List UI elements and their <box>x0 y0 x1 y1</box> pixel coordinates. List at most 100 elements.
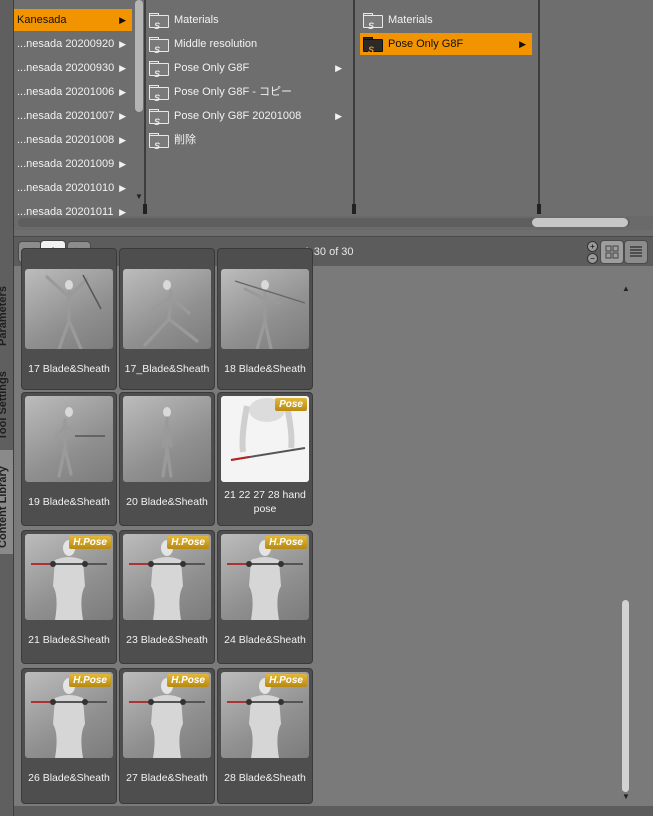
expand-arrow-icon[interactable]: ▶ <box>519 33 526 55</box>
content-tile[interactable]: 18 Blade&Sheath <box>217 248 313 390</box>
pose-thumbnail <box>25 396 113 482</box>
folder-label: Pose Only G8F 20201008 <box>174 110 302 122</box>
folder-label: Pose Only G8F <box>388 38 464 50</box>
folder-label: ...nesada 20200920 <box>17 38 115 50</box>
scrollbar-thumb[interactable] <box>532 218 628 227</box>
scrollbar-thumb[interactable] <box>135 0 143 112</box>
grid-view-icon <box>605 245 619 259</box>
pose-thumbnail: H.Pose <box>123 534 211 620</box>
folder-item[interactable]: ...nesada 20201010 ▶ <box>14 177 132 199</box>
pose-thumbnail <box>25 269 113 349</box>
pose-thumbnail: H.Pose <box>25 672 113 758</box>
tab-label: Tool Settings <box>0 371 9 440</box>
folder-item[interactable]: ...nesada 20201006 ▶ <box>14 81 132 103</box>
tile-label: 27 Blade&Sheath <box>126 772 208 784</box>
content-tile[interactable]: Pose 21 22 27 28 hand pose <box>217 392 313 526</box>
content-tile[interactable]: 17 Blade&Sheath <box>21 248 117 390</box>
folder-item[interactable]: S Middle resolution <box>146 33 348 55</box>
pose-thumbnail: H.Pose <box>123 672 211 758</box>
folder-icon: S <box>148 60 169 79</box>
horizontal-scrollbar[interactable] <box>14 216 653 230</box>
expand-arrow-icon[interactable]: ▶ <box>119 33 126 55</box>
list-view-button[interactable] <box>624 240 648 264</box>
folder-label: Pose Only G8F <box>174 62 250 74</box>
folder-column-3: S Materials S Pose Only G8F ▶ <box>360 0 550 216</box>
scrollbar-thumb[interactable] <box>622 600 629 792</box>
folder-item[interactable]: ...nesada 20201007 ▶ <box>14 105 132 127</box>
folder-label: ...nesada 20201009 <box>17 158 115 170</box>
folder-label: ...nesada 20201006 <box>17 86 115 98</box>
expand-arrow-icon[interactable]: ▶ <box>119 9 126 31</box>
expand-arrow-icon[interactable]: ▶ <box>119 81 126 103</box>
folder-item[interactable]: S Materials <box>146 9 348 31</box>
column-divider[interactable] <box>352 0 356 214</box>
tile-label: 28 Blade&Sheath <box>224 772 306 784</box>
tile-label: 24 Blade&Sheath <box>224 634 306 646</box>
content-tile[interactable]: 17_Blade&Sheath <box>119 248 215 390</box>
expand-arrow-icon[interactable]: ▶ <box>119 153 126 175</box>
pose-badge: H.Pose <box>69 674 111 687</box>
tab-label: Content Library <box>0 466 9 548</box>
content-tile[interactable]: H.Pose 23 Blade&Sheath <box>119 530 215 664</box>
expand-arrow-icon[interactable]: ▶ <box>335 57 342 79</box>
column-divider[interactable] <box>537 0 541 214</box>
folder-item[interactable]: S Pose Only G8F - コピー <box>146 81 348 103</box>
tab-label: Parameters <box>0 286 9 346</box>
content-tile[interactable]: H.Pose 27 Blade&Sheath <box>119 668 215 804</box>
folder-item[interactable]: ...nesada 20200920 ▶ <box>14 33 132 55</box>
scroll-up-icon[interactable]: ▲ <box>622 284 630 293</box>
pose-thumbnail: H.Pose <box>221 534 309 620</box>
folder-label: ...nesada 20200930 <box>17 62 115 74</box>
pose-thumbnail <box>123 396 211 482</box>
content-grid: 17 Blade&Sheath 17_Blade&Sheath 18 Blade&S… <box>14 248 653 806</box>
tile-label: 17 Blade&Sheath <box>28 363 110 375</box>
tile-label: 19 Blade&Sheath <box>28 496 110 508</box>
side-tab-strip: Parameters Tool Settings Content Library <box>0 0 14 816</box>
pose-badge: H.Pose <box>69 536 111 549</box>
zoom-icon[interactable]: + − <box>587 241 598 264</box>
folder-icon: S <box>148 132 169 151</box>
folder-item[interactable]: S 削除 <box>146 129 348 151</box>
tab-parameters[interactable]: Parameters <box>0 270 13 348</box>
expand-arrow-icon[interactable]: ▶ <box>119 177 126 199</box>
tile-label: 26 Blade&Sheath <box>28 772 110 784</box>
pose-badge: H.Pose <box>265 674 307 687</box>
expand-arrow-icon[interactable]: ▶ <box>119 129 126 151</box>
content-scrollbar[interactable]: ▲ ▼ <box>619 270 633 804</box>
pose-thumbnail <box>221 269 309 349</box>
folder-item[interactable]: ...nesada 20200930 ▶ <box>14 57 132 79</box>
folder-icon: S <box>148 12 169 31</box>
folder-label: ...nesada 20201007 <box>17 110 115 122</box>
pose-thumbnail: H.Pose <box>25 534 113 620</box>
content-tile[interactable]: H.Pose 28 Blade&Sheath <box>217 668 313 804</box>
content-tile[interactable]: 19 Blade&Sheath <box>21 392 117 526</box>
folder-label: Middle resolution <box>174 38 258 50</box>
folder-item[interactable]: Kanesada ▶ <box>14 9 132 31</box>
folder-label: ...nesada 20201008 <box>17 134 115 146</box>
folder-item[interactable]: ...nesada 20201009 ▶ <box>14 153 132 175</box>
folder-item[interactable]: S Pose Only G8F ▶ <box>146 57 348 79</box>
bottom-bar <box>14 806 653 816</box>
folder-item[interactable]: S Materials <box>360 9 532 31</box>
column-1-scrollbar[interactable]: ▼ <box>134 0 144 201</box>
content-tile[interactable]: H.Pose 21 Blade&Sheath <box>21 530 117 664</box>
folder-item[interactable]: S Pose Only G8F 20201008 ▶ <box>146 105 348 127</box>
folder-column-1: Kanesada ▶ ...nesada 20200920 ▶ ...nesada 20… <box>14 0 144 218</box>
grid-view-button[interactable] <box>600 240 624 264</box>
scroll-down-icon[interactable]: ▼ <box>622 792 630 801</box>
expand-arrow-icon[interactable]: ▶ <box>119 105 126 127</box>
pose-thumbnail: Pose <box>221 396 309 482</box>
tab-tool-settings[interactable]: Tool Settings <box>0 356 13 442</box>
folder-item[interactable]: S Pose Only G8F ▶ <box>360 33 532 55</box>
content-tile[interactable]: 20 Blade&Sheath <box>119 392 215 526</box>
tab-content-library[interactable]: Content Library <box>0 450 13 554</box>
expand-arrow-icon[interactable]: ▶ <box>119 57 126 79</box>
folder-label: 削除 <box>174 134 196 146</box>
content-tile[interactable]: H.Pose 26 Blade&Sheath <box>21 668 117 804</box>
pose-thumbnail: H.Pose <box>221 672 309 758</box>
expand-arrow-icon[interactable]: ▶ <box>335 105 342 127</box>
scroll-down-icon[interactable]: ▼ <box>135 192 143 201</box>
folder-label: ...nesada 20201010 <box>17 182 115 194</box>
content-tile[interactable]: H.Pose 24 Blade&Sheath <box>217 530 313 664</box>
folder-item[interactable]: ...nesada 20201008 ▶ <box>14 129 132 151</box>
